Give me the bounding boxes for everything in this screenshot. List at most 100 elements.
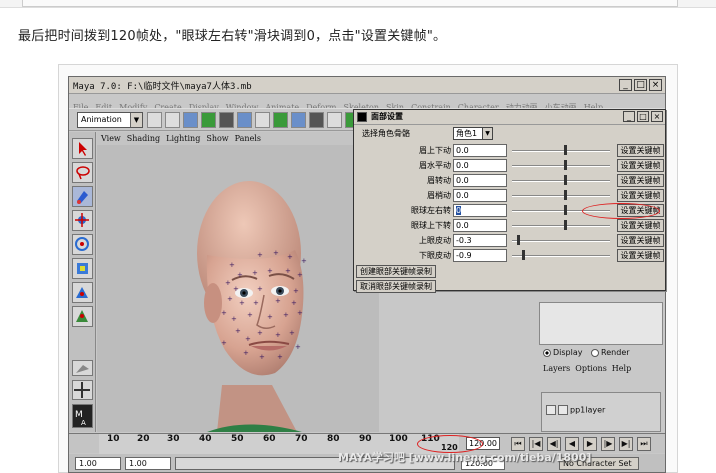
new-scene-icon[interactable] xyxy=(147,112,162,128)
param-label: 眉梢动 xyxy=(427,191,451,200)
manipulator-tool-icon[interactable] xyxy=(72,282,93,303)
rotate-tool-icon[interactable] xyxy=(72,234,93,255)
snap-curve-icon[interactable] xyxy=(273,112,288,128)
role-select-value: 角色1 xyxy=(456,129,478,138)
chevron-down-icon: ▼ xyxy=(482,128,492,139)
cancel-eye-key-record-button[interactable]: 取消眼部关键帧录制 xyxy=(356,280,436,293)
viewport-menu-show[interactable]: Show xyxy=(206,134,228,143)
viewport-menu-lighting[interactable]: Lighting xyxy=(166,134,200,143)
param-value-field[interactable]: 0 xyxy=(453,204,507,217)
select-tool-icon[interactable] xyxy=(72,138,93,159)
svg-text:+: + xyxy=(259,353,265,361)
param-value-field[interactable]: 0.0 xyxy=(453,144,507,157)
param-label: 眼球上下转 xyxy=(411,221,451,230)
mode-select[interactable]: Animation ▼ xyxy=(77,112,143,128)
param-value: 0.0 xyxy=(456,221,469,230)
svg-text:+: + xyxy=(239,299,245,307)
slider-handle[interactable] xyxy=(564,175,568,185)
param-value-field[interactable]: 0.0 xyxy=(453,219,507,232)
start-time-field[interactable]: 1.00 xyxy=(75,457,121,470)
slider-handle[interactable] xyxy=(516,235,520,245)
timeline-tick: 50 xyxy=(231,434,244,444)
param-slider[interactable] xyxy=(512,235,610,245)
select-component-icon[interactable] xyxy=(237,112,252,128)
dialog-minimize-button[interactable]: _ xyxy=(623,111,635,122)
move-tool-icon[interactable] xyxy=(72,210,93,231)
playback-start-field[interactable]: 1.00 xyxy=(125,457,171,470)
param-value-field[interactable]: 0.0 xyxy=(453,189,507,202)
dialog-close-button[interactable]: × xyxy=(651,111,663,122)
slider-handle[interactable] xyxy=(564,220,568,230)
snap-grid-icon[interactable] xyxy=(255,112,270,128)
render-label: Render xyxy=(601,348,630,357)
layout-quad-icon[interactable] xyxy=(72,380,93,400)
svg-text:+: + xyxy=(273,249,279,257)
minimize-button[interactable]: _ xyxy=(619,79,632,91)
render-radio[interactable] xyxy=(591,348,600,357)
param-slider[interactable] xyxy=(512,220,610,230)
facial-setup-dialog: 面部设置 _ □ × 选择角色骨骼 角色1 ▼ 眉上下动 0.0 设置关键帧 眉水平动 0… xyxy=(353,109,666,293)
svg-text:+: + xyxy=(289,329,295,337)
snap-point-icon[interactable] xyxy=(291,112,306,128)
svg-text:+: + xyxy=(267,313,273,321)
slider-handle[interactable] xyxy=(564,160,568,170)
viewport-menu-view[interactable]: View xyxy=(101,134,121,143)
slider-handle[interactable] xyxy=(521,250,525,260)
create-eye-key-record-button[interactable]: 创建眼部关键帧录制 xyxy=(356,265,436,278)
set-keyframe-button[interactable]: 设置关键帧 xyxy=(617,174,664,187)
timeline-tick: 90 xyxy=(359,434,372,444)
slider-handle[interactable] xyxy=(564,190,568,200)
soft-mod-tool-icon[interactable] xyxy=(72,306,93,327)
close-button[interactable]: × xyxy=(649,79,662,91)
layout-single-icon[interactable] xyxy=(72,360,93,376)
param-value-field[interactable]: 0.0 xyxy=(453,174,507,187)
param-slider[interactable] xyxy=(512,175,610,185)
param-slider[interactable] xyxy=(512,250,610,260)
layer-menu-help[interactable]: Help xyxy=(612,364,631,373)
history-icon[interactable] xyxy=(327,112,342,128)
set-keyframe-button[interactable]: 设置关键帧 xyxy=(617,144,664,157)
slider-handle[interactable] xyxy=(564,205,568,215)
param-slider[interactable] xyxy=(512,145,610,155)
param-value-field[interactable]: -0.9 xyxy=(453,249,507,262)
layer-visibility-toggle[interactable] xyxy=(546,405,556,415)
perspective-viewport[interactable]: View Shading Lighting Show Panels + + + … xyxy=(97,132,379,432)
set-keyframe-button[interactable]: 设置关键帧 xyxy=(617,159,664,172)
slider-handle[interactable] xyxy=(564,145,568,155)
param-label: 眉转动 xyxy=(427,176,451,185)
viewport-menu-panels[interactable]: Panels xyxy=(235,134,261,143)
param-label: 上眼皮动 xyxy=(419,236,451,245)
param-value-field[interactable]: -0.3 xyxy=(453,234,507,247)
lasso-tool-icon[interactable] xyxy=(72,162,93,183)
set-keyframe-button[interactable]: 设置关键帧 xyxy=(617,189,664,202)
go-to-end-icon[interactable]: ⏭ xyxy=(637,437,651,451)
step-forward-key-icon[interactable]: ▶| xyxy=(619,437,633,451)
role-select[interactable]: 角色1 ▼ xyxy=(453,127,493,140)
param-slider[interactable] xyxy=(512,160,610,170)
svg-text:+: + xyxy=(285,267,291,275)
layer-menu-options[interactable]: Options xyxy=(575,364,607,373)
layer-template-toggle[interactable] xyxy=(558,405,568,415)
set-keyframe-button[interactable]: 设置关键帧 xyxy=(617,234,664,247)
viewport-menu-shading[interactable]: Shading xyxy=(127,134,160,143)
param-row: 眉上下动 0.0 设置关键帧 xyxy=(354,144,665,158)
dialog-maximize-button[interactable]: □ xyxy=(637,111,649,122)
open-scene-icon[interactable] xyxy=(165,112,180,128)
step-forward-frame-icon[interactable]: |▶ xyxy=(601,437,615,451)
layer-item[interactable]: pp1layer xyxy=(546,405,605,415)
select-hierarchy-icon[interactable] xyxy=(201,112,216,128)
set-keyframe-button[interactable]: 设置关键帧 xyxy=(617,249,664,262)
param-slider[interactable] xyxy=(512,190,610,200)
svg-text:+: + xyxy=(295,343,301,351)
layer-menu-layers[interactable]: Layers xyxy=(543,364,570,373)
display-radio[interactable] xyxy=(543,348,551,357)
scale-tool-icon[interactable] xyxy=(72,258,93,279)
maximize-button[interactable]: □ xyxy=(634,79,647,91)
svg-text:+: + xyxy=(297,309,303,317)
save-scene-icon[interactable] xyxy=(183,112,198,128)
snap-plane-icon[interactable] xyxy=(309,112,324,128)
set-keyframe-button[interactable]: 设置关键帧 xyxy=(617,219,664,232)
paint-select-tool-icon[interactable] xyxy=(72,186,93,207)
param-value-field[interactable]: 0.0 xyxy=(453,159,507,172)
select-object-icon[interactable] xyxy=(219,112,234,128)
